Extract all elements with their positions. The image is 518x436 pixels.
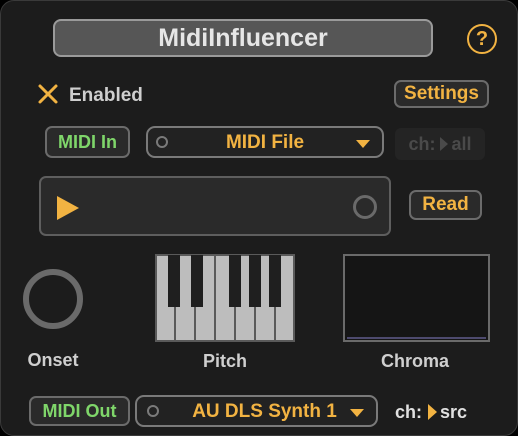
channel-label: ch: <box>408 133 436 154</box>
onset-indicator-icon <box>23 269 83 329</box>
midi-influencer-panel: MidiInfluencer ? Enabled Settings MIDI I… <box>0 0 518 436</box>
midi-file-player <box>39 176 391 236</box>
channel-value: src <box>440 401 468 422</box>
chevron-down-icon <box>350 409 364 417</box>
chevron-down-icon <box>356 140 370 148</box>
midi-destination-value: AU DLS Synth 1 <box>192 401 337 422</box>
channel-label: ch: <box>395 401 422 422</box>
chroma-display <box>343 254 490 342</box>
chroma-baseline <box>347 337 486 339</box>
channel-arrow-icon <box>428 404 437 420</box>
pitch-label: Pitch <box>202 351 247 371</box>
piano-keyboard-icon <box>155 254 295 342</box>
midi-source-dropdown[interactable]: MIDI File <box>146 126 384 158</box>
record-indicator-icon <box>353 195 377 219</box>
midi-out-channel[interactable]: ch: src <box>395 399 485 425</box>
midi-in-button[interactable]: MIDI In <box>45 126 130 158</box>
midi-in-channel[interactable]: ch: all <box>395 128 485 160</box>
channel-arrow-icon <box>440 137 449 151</box>
chroma-label: Chroma <box>380 351 449 371</box>
app-title: MidiInfluencer <box>53 19 433 57</box>
read-button[interactable]: Read <box>409 190 482 220</box>
onset-label: Onset <box>27 350 79 370</box>
midi-source-value: MIDI File <box>225 132 305 153</box>
midi-destination-dropdown[interactable]: AU DLS Synth 1 <box>135 395 378 427</box>
help-button[interactable]: ? <box>467 24 497 54</box>
enabled-toggle[interactable] <box>37 83 59 105</box>
enabled-label: Enabled <box>69 85 143 106</box>
midi-out-button[interactable]: MIDI Out <box>29 396 130 426</box>
play-icon[interactable] <box>55 194 81 222</box>
channel-value: all <box>451 133 472 154</box>
settings-button[interactable]: Settings <box>394 80 489 108</box>
